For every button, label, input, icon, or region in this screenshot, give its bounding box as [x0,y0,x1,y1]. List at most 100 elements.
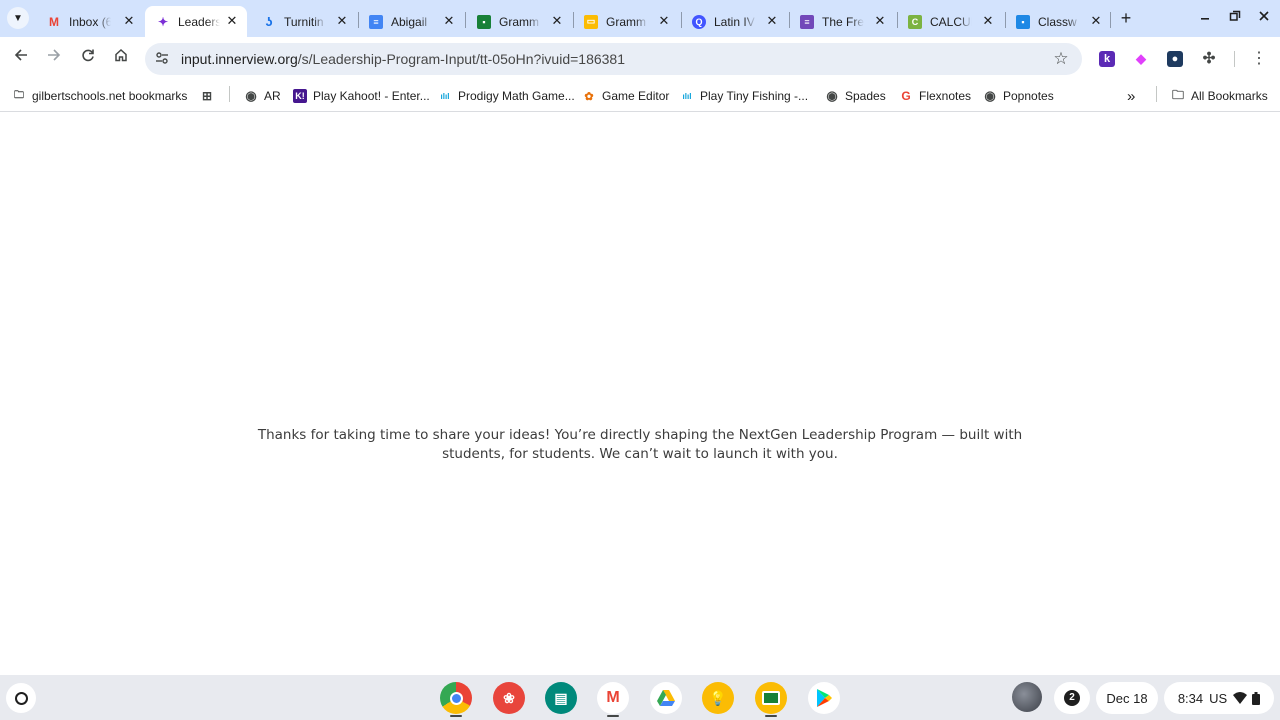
avatar[interactable] [1012,682,1042,712]
minimize-icon[interactable] [1196,9,1214,27]
tab-grammar-1[interactable]: ▪ Gramm ✕ [466,6,572,37]
google-classroom-icon: ▪ [477,14,491,29]
date-text: Dec 18 [1106,690,1148,706]
close-icon[interactable]: ✕ [657,14,671,28]
bookmark-label: AR [264,89,281,103]
site-info-icon[interactable] [154,51,170,67]
google-drive-icon[interactable] [650,682,682,714]
bookmark-folder-managed[interactable]: 🗀 gilbertschools.net bookmarks [12,86,187,106]
tab-strip: ▼ M Inbox (6 ✕ ✦ Leaders ✕ ʖ Turnitin ✕ … [0,0,1280,37]
globe-icon: ◉ [826,88,838,103]
tab-title: Latin IV [714,14,755,29]
battery-icon [1252,691,1261,705]
google-keep-icon[interactable]: 💡 [702,682,734,714]
screencast-extension-icon[interactable]: ◆ [1133,51,1149,67]
bookmark-game-editor[interactable]: ✿ Game Editor [582,86,669,106]
bookmark-label: Play Kahoot! - Enter... [313,89,430,103]
kahoot-icon: K! [293,89,307,103]
date-button[interactable]: Dec 18 [1096,682,1158,714]
bookmarks-separator [229,86,230,102]
home-button[interactable] [110,47,132,69]
bookmark-flexnotes[interactable]: G Flexnotes [899,86,971,106]
close-icon[interactable]: ✕ [765,14,779,28]
tab-classwork[interactable]: ▪ Classw ✕ [1005,6,1111,37]
close-icon[interactable]: ✕ [1089,14,1103,28]
tab-calculus[interactable]: C CALCUL ✕ [897,6,1003,37]
thank-you-message: Thanks for taking time to share your ide… [257,427,1023,462]
bookmark-popnotes[interactable]: ◉ Popnotes [983,86,1053,106]
tab-turnitin[interactable]: ʖ Turnitin ✕ [251,6,357,37]
play-store-icon[interactable] [808,682,840,714]
tab-the-free[interactable]: ≡ The Fre ✕ [789,6,895,37]
bookmark-prodigy[interactable]: ılıl Prodigy Math Game... [438,86,575,106]
bookmark-star-icon[interactable]: ☆ [1052,50,1070,68]
close-icon[interactable]: ✕ [122,14,136,28]
google-classroom-icon[interactable] [755,682,787,714]
reload-button[interactable] [77,47,99,69]
running-indicator [607,715,619,717]
bookmark-apps[interactable]: ⊞ [200,86,220,106]
bookmark-label: Prodigy Math Game... [458,89,575,103]
tab-latin[interactable]: Q Latin IV ✕ [681,6,787,37]
restore-icon[interactable] [1226,9,1244,27]
bookmarks-bar: 🗀 gilbertschools.net bookmarks ⊞ ◉ AR K!… [0,81,1280,112]
bookmark-label: Flexnotes [919,89,972,103]
extensions-puzzle-icon[interactable]: ✣ [1201,51,1217,67]
gmail-icon[interactable]: M [597,682,629,714]
kami-extension-icon[interactable]: k [1099,51,1115,67]
close-icon[interactable]: ✕ [550,14,564,28]
tab-inbox[interactable]: M Inbox (6 ✕ [36,6,144,37]
cisco-icon: ılıl [440,91,450,101]
tab-title: Leaders [178,14,220,29]
chevron-down-icon: ▼ [13,12,23,24]
extension-app-icon[interactable]: ● [1167,51,1183,67]
back-button[interactable] [10,47,32,69]
tab-title: The Fre [822,14,864,29]
tab-search-button[interactable]: ▼ [7,7,29,29]
tab-title: CALCUL [930,14,972,29]
tab-leadership[interactable]: ✦ Leaders ✕ [145,6,247,37]
bookmark-label: Spades [845,89,886,103]
status-tray[interactable]: 8:34 US [1164,682,1274,714]
google-meet-icon[interactable]: ▤ [545,682,577,714]
canvas-paint-icon[interactable]: ❀ [493,682,525,714]
quizlet-icon: Q [692,14,706,29]
wifi-icon [1233,692,1248,704]
google-icon: G [901,89,911,103]
forward-button[interactable] [43,47,65,69]
classwork-icon: ▪ [1016,14,1030,29]
chrome-icon[interactable] [440,682,472,714]
folder-icon: 🗀 [1171,87,1184,102]
all-bookmarks-button[interactable]: 🗀 All Bookmarks [1171,86,1268,106]
close-icon[interactable]: ✕ [442,14,456,28]
bookmarks-separator [1156,86,1157,102]
tab-grammar-2[interactable]: ▭ Gramm ✕ [573,6,679,37]
bookmark-ar[interactable]: ◉ AR [244,86,281,106]
close-window-icon[interactable] [1255,9,1273,27]
close-icon[interactable]: ✕ [873,14,887,28]
notification-count: 2 [1064,690,1080,706]
url-host: input.innerview.org [181,51,298,67]
tab-abigail[interactable]: ≡ Abigail ✕ [358,6,464,37]
bookmark-spades[interactable]: ◉ Spades [825,86,886,106]
notifications-button[interactable]: 2 [1054,682,1090,714]
tab-title: Inbox (6 [69,14,111,29]
browser-toolbar: input.innerview.org/s/Leadership-Program… [0,37,1280,81]
address-bar[interactable]: input.innerview.org/s/Leadership-Program… [145,43,1082,75]
bookmark-label: Game Editor [602,89,670,103]
bookmarks-overflow-button[interactable]: » [1127,86,1135,106]
close-icon[interactable]: ✕ [981,14,995,28]
close-icon[interactable]: ✕ [335,14,349,28]
bookmark-kahoot[interactable]: K! Play Kahoot! - Enter... [293,86,430,106]
launcher-button[interactable] [6,683,36,713]
kebab-menu-icon[interactable]: ⋮ [1250,48,1268,70]
globe-icon: ◉ [245,88,257,103]
close-icon[interactable]: ✕ [225,14,239,28]
new-tab-button[interactable]: + [1117,9,1135,27]
bookmark-tiny-fishing[interactable]: ılıl Play Tiny Fishing -... [680,86,809,106]
google-slides-icon: ▭ [584,14,598,29]
bookmark-label: gilbertschools.net bookmarks [32,89,188,103]
tab-title: Abigail [391,14,428,29]
clock-text: 8:34 [1177,690,1204,706]
url-text[interactable]: input.innerview.org/s/Leadership-Program… [181,51,625,67]
